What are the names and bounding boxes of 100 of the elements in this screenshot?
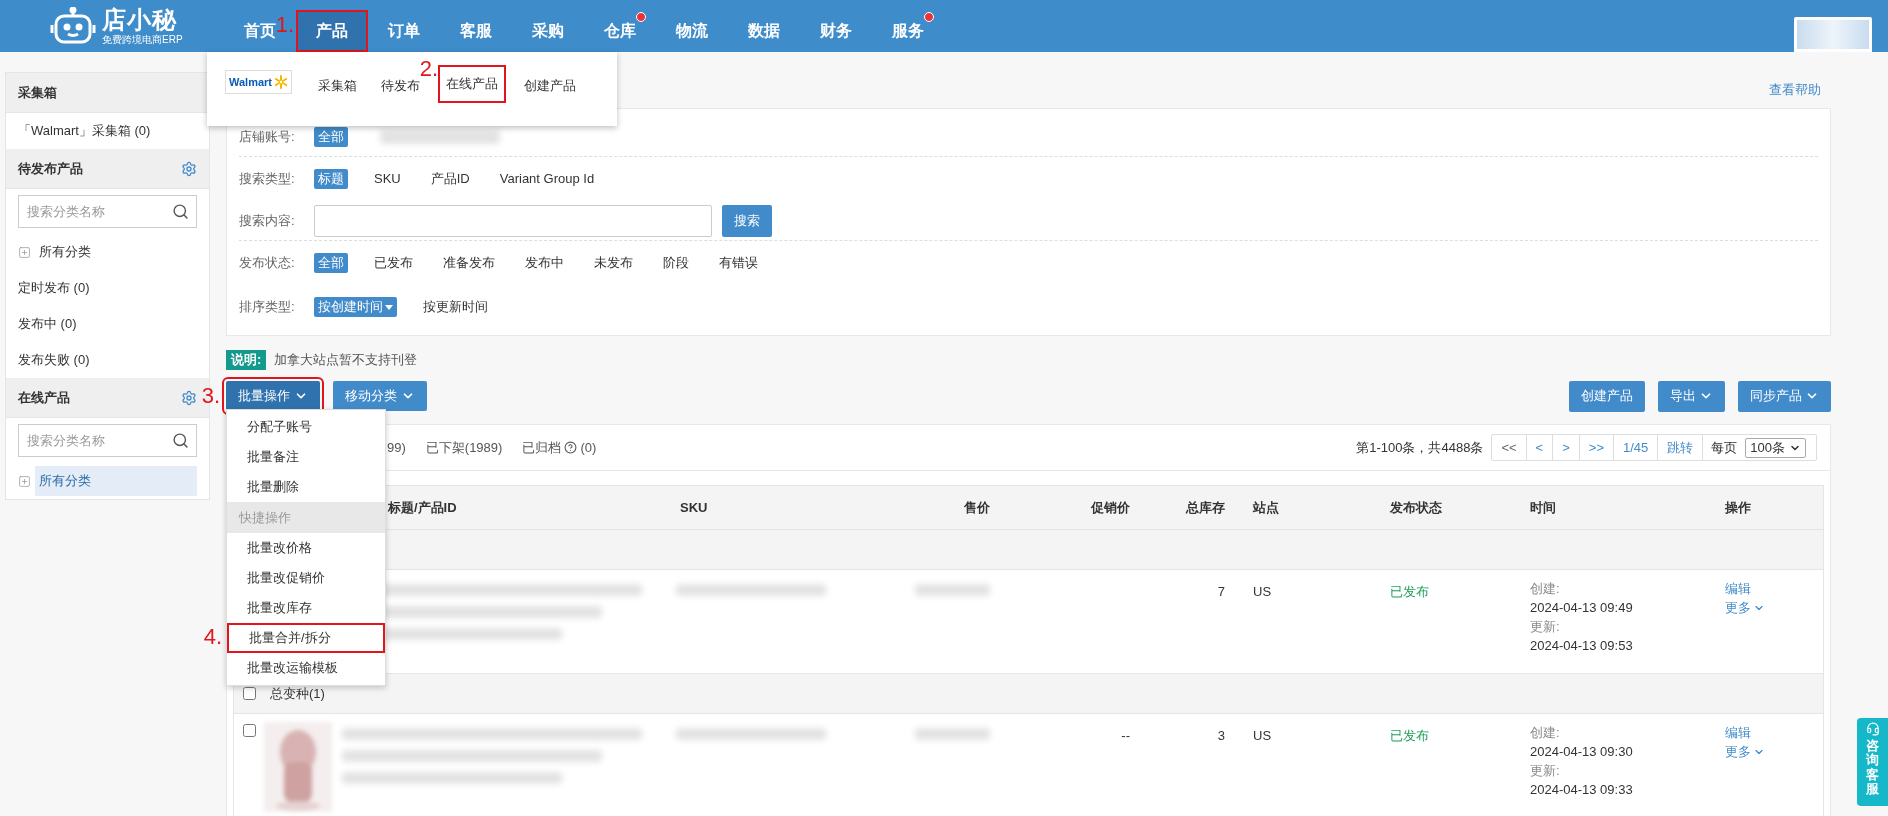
sidebar-item[interactable]: 「Walmart」采集箱 (0) [18,121,151,141]
filter-option[interactable]: 全部 [314,253,348,273]
action-link[interactable]: 编辑 [1725,726,1751,739]
action-link[interactable]: 编辑 [1725,582,1751,595]
page-button[interactable]: < [1526,435,1554,460]
row-checkbox[interactable] [242,687,256,700]
row-checkbox[interactable] [242,724,256,737]
expand-icon[interactable] [18,474,31,488]
page-button[interactable]: 跳转 [1658,435,1704,460]
action-link[interactable]: 更多 [1725,745,1765,758]
menu-item[interactable]: 批量改运输模板 [227,653,385,683]
nav-tab[interactable]: 仓库 [584,10,656,52]
status-tab[interactable]: 已下架(1989) [425,437,503,458]
consult-label: 咨询客服 [1866,739,1879,797]
section-title: 采集箱 [18,83,57,102]
filter-option[interactable]: 未发布 [590,253,637,273]
filter-option[interactable]: 标题 [314,169,348,189]
menu-item[interactable]: 批量改价格 [227,533,385,563]
filter-option[interactable]: 有错误 [715,253,762,273]
column-header: 发布状态 [1390,498,1442,517]
sidebar-item[interactable]: 发布中 (0) [18,314,77,334]
filter-option[interactable]: 全部 [314,126,348,147]
status-tab[interactable]: 99) [387,437,406,458]
nav-tab[interactable]: 财务 [800,10,872,52]
table-cell: US [1253,728,1272,743]
help-link[interactable]: 查看帮助 [1769,80,1821,100]
filter-option[interactable]: 阶段 [659,253,693,273]
filter-option[interactable]: 发布中 [521,253,568,273]
status-tab[interactable]: 已归档 (0) [522,437,597,458]
filter-label: 搜索内容: [239,211,296,230]
search-field[interactable]: 搜索分类名称 [18,424,197,457]
time-value: 2024-04-13 09:49 [1530,601,1633,614]
nav-tab[interactable]: 物流 [656,10,728,52]
nav-tab[interactable]: 订单 [368,10,440,52]
page-button[interactable]: > [1553,435,1580,460]
help-icon [564,441,578,454]
action-link[interactable]: 更多 [1725,601,1765,614]
expand-icon[interactable] [18,245,31,259]
search-button[interactable]: 搜索 [722,204,772,237]
filter-label: 发布状态: [239,254,296,273]
filter-option[interactable]: 按更新时间 [419,297,492,317]
nav-tab[interactable]: 数据 [728,10,800,52]
annotation-number: 4. [203,626,222,648]
category-item[interactable]: 所有分类 [35,466,197,496]
nav-tab[interactable]: 产品 [296,10,368,52]
robot-logo-icon [50,7,96,45]
menu-item[interactable]: 批量改促销价 [227,563,385,593]
menu-item[interactable]: 批量合并/拆分 [227,623,385,653]
headset-icon [1865,722,1880,736]
page-button[interactable]: << [1492,435,1527,460]
time-label: 更新: [1530,620,1560,633]
page-button[interactable]: >> [1579,435,1614,460]
filter-option[interactable]: Variant Group Id [495,169,599,189]
settings-icon[interactable] [181,389,197,406]
table-cell-text: 7 [1217,583,1225,601]
toolbar-button[interactable]: 同步产品 [1738,380,1831,412]
column-header: 站点 [1253,498,1279,517]
table-cell: US [1253,584,1272,599]
toolbar-button[interactable]: 导出 [1658,380,1725,412]
filter-option[interactable]: 已发布 [370,253,417,273]
category-item[interactable]: 所有分类 [35,237,197,267]
search-input[interactable] [314,204,712,237]
logo-tagline: 免费跨境电商ERP [102,34,183,45]
page-button[interactable]: 1/45 [1614,435,1659,460]
toolbar-button[interactable]: 创建产品 [1569,380,1645,412]
menu-item[interactable]: 采集箱 [312,70,363,102]
search-field[interactable]: 搜索分类名称 [18,195,197,228]
filter-label: 排序类型: [239,298,296,317]
menu-item[interactable]: 批量改库存 [227,593,385,623]
menu-item[interactable]: 在线产品 [438,65,506,103]
search-icon[interactable] [172,432,189,449]
time-value: 2024-04-13 09:53 [1530,639,1633,652]
section-title: 在线产品 [18,388,70,407]
column-header: 总库存 [1186,498,1225,517]
sidebar-item[interactable]: 发布失败 (0) [18,350,90,370]
menu-item[interactable]: 批量备注 [227,442,385,472]
sidebar-item[interactable]: 定时发布 (0) [18,278,90,298]
brand-name: Walmart [229,74,272,90]
filter-option[interactable]: SKU [370,169,405,189]
table-cell-text: 3 [1217,727,1225,745]
nav-tab[interactable]: 客服 [440,10,512,52]
column-header: 操作 [1725,498,1751,517]
annotation-number: 2. [419,58,438,80]
filter-option[interactable]: 产品ID [426,169,474,189]
spark-icon [274,75,288,89]
search-icon[interactable] [172,203,189,220]
menu-item[interactable]: 分配子账号 [227,412,385,442]
menu-item[interactable]: 创建产品 [518,70,582,102]
per-page-select[interactable]: 100条 [1745,437,1806,458]
nav-tab[interactable]: 采购 [512,10,584,52]
filter-option[interactable]: 准备发布 [439,253,499,273]
time-label: 更新: [1530,764,1560,777]
filter-option[interactable]: 按创建时间 [314,297,397,317]
nav-tab[interactable]: 服务 [872,10,944,52]
column-header: 售价 [964,498,990,517]
settings-icon[interactable] [181,160,197,177]
menu-item[interactable]: 批量删除 [227,472,385,502]
annotation-number: 3. [201,385,220,407]
status-text: 已发布 [1390,728,1429,743]
toolbar-button[interactable]: 移动分类 [333,381,427,411]
